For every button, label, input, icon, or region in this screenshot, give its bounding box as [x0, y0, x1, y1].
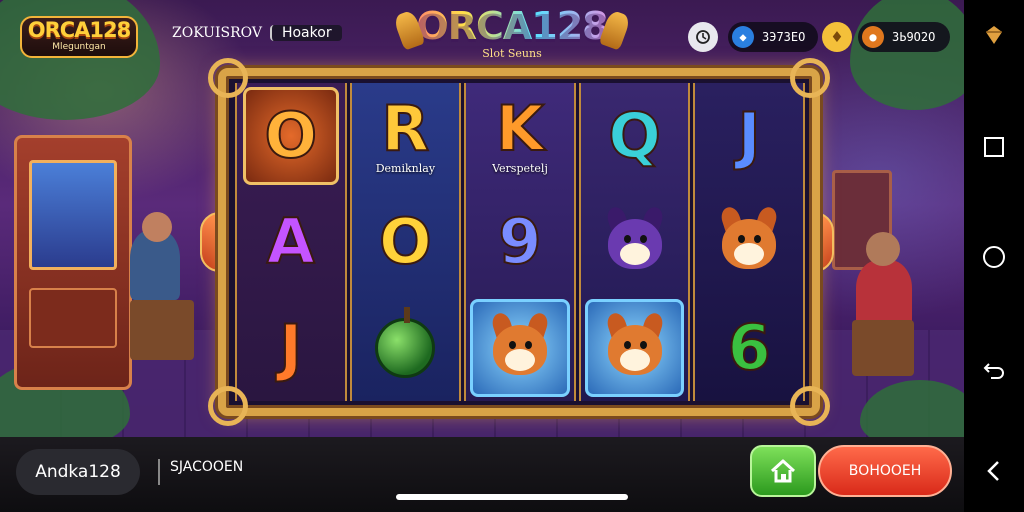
frame-corner-ornament-tr [790, 58, 830, 98]
gem-app-icon[interactable] [979, 20, 1009, 50]
symbol-letter: O [378, 205, 433, 278]
symbol-letter: J [278, 311, 303, 384]
slot-game-screen: ORCA128 Mleguntgan ZOKUISROV Ноakor ORCA… [0, 0, 964, 512]
reel-frame: O A J R Demiknlay O K Verspetelj 9 Q J 6 [218, 68, 820, 416]
symbol-letter: J [737, 99, 762, 172]
game-logo: ORCA128 Slot Seuns [392, 4, 632, 68]
reel-3: K Verspetelj 9 [464, 83, 576, 401]
gem-balance-value: ЗЭ73ЕО [762, 30, 806, 44]
reel-cell: Q [581, 83, 689, 189]
bomb-symbol-icon [375, 307, 436, 378]
reel-cell: O [352, 189, 460, 295]
gesture-bar[interactable] [396, 494, 628, 500]
corgi-symbol-icon [483, 310, 557, 385]
gold-coin-icon: ● [862, 26, 884, 48]
reel-5: J6 [693, 83, 805, 401]
symbol-letter: R [381, 91, 431, 165]
arcade-controls [29, 288, 117, 348]
shield-clock-icon[interactable] [688, 22, 718, 52]
arcade-machine-left [14, 135, 132, 390]
recents-icon[interactable] [979, 132, 1009, 162]
header-button[interactable]: Ноakor [269, 25, 342, 41]
symbol-letter: 9 [497, 205, 542, 278]
frame-corner-ornament-bl [208, 386, 248, 426]
symbol-letter: O [263, 99, 318, 172]
site-label: ZOKUISROV [172, 25, 262, 41]
back-icon[interactable] [979, 456, 1009, 486]
corgi-symbol-icon [598, 310, 672, 385]
reel-cell: R Demiknlay [352, 83, 460, 189]
symbol-letter: 6 [727, 311, 772, 384]
username-pill[interactable]: Andka128 [16, 449, 140, 495]
bottom-bar: Andka128 SJACOOEN ВОНООЕН [0, 437, 964, 512]
android-nav-bar [964, 0, 1024, 512]
reel-cell [581, 295, 689, 401]
home-icon [770, 459, 796, 483]
frame-corner-ornament-br [790, 386, 830, 426]
top-nav: ZOKUISROV Ноakor [172, 20, 342, 46]
action-button[interactable]: ВОНООЕН [818, 445, 952, 497]
game-logo-subtitle: Slot Seuns [482, 47, 542, 60]
reel-cell: J [237, 295, 345, 401]
reel-cell: 9 [466, 189, 574, 295]
reel-cell [581, 189, 689, 295]
back-return-icon[interactable] [979, 356, 1009, 386]
symbol-letter: A [266, 205, 316, 278]
wolf-symbol-icon [598, 204, 672, 279]
frame-corner-ornament-tl [208, 58, 248, 98]
game-logo-title: ORCA128 [392, 4, 632, 48]
character-right-head [866, 232, 900, 266]
table-left [130, 300, 194, 360]
gem-balance[interactable]: ◆ ЗЭ73ЕО [728, 22, 818, 52]
reel-cell: J [695, 83, 803, 189]
brand-logo-title: ORCA128 [27, 18, 132, 42]
corgi-symbol-icon [712, 204, 786, 279]
coin-balance[interactable]: ● ЗЬ9О2О [858, 22, 950, 52]
reel-1: OAJ [235, 83, 347, 401]
symbol-letter: Q [607, 99, 662, 172]
brand-logo[interactable]: ORCA128 Mleguntgan [20, 16, 138, 58]
bottom-label[interactable]: SJACOOEN [158, 459, 243, 485]
arcade-screen [29, 160, 117, 270]
reel-cell: 6 [695, 295, 803, 401]
reels-grid: O A J R Demiknlay O K Verspetelj 9 Q J 6 [235, 83, 805, 401]
palm-leaves-right [850, 0, 964, 110]
home-circle-icon[interactable] [979, 242, 1009, 272]
home-button[interactable] [750, 445, 816, 497]
reel-cell [352, 295, 460, 401]
table-right [852, 320, 914, 376]
reel-cell [695, 189, 803, 295]
symbol-letter: K [495, 91, 545, 165]
reel-cell [466, 295, 574, 401]
character-left-head [142, 212, 172, 242]
reel-4: Q [578, 83, 691, 401]
reel-2: R Demiknlay O [349, 83, 462, 401]
reel-cell: A [237, 189, 345, 295]
trophy-icon[interactable]: ♦ [822, 22, 852, 52]
coin-balance-value: ЗЬ9О2О [892, 30, 936, 44]
brand-logo-subtitle: Mleguntgan [52, 42, 106, 52]
blue-gem-icon: ◆ [732, 26, 754, 48]
reel-cell: O [237, 83, 345, 189]
reel-cell: K Verspetelj [466, 83, 574, 189]
